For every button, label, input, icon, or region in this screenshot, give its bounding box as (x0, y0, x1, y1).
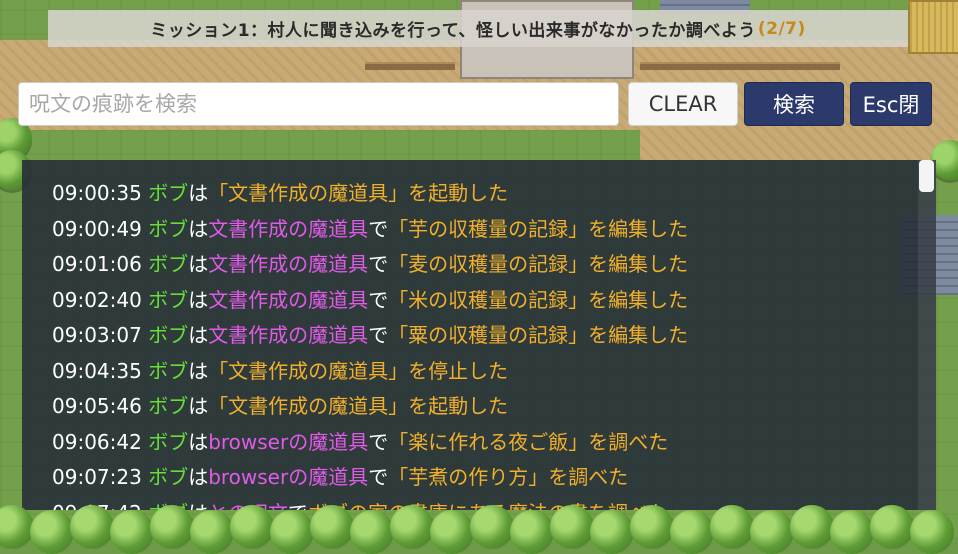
tree (590, 510, 634, 554)
tree (350, 510, 394, 554)
mission-text: ミッション1：村人に聞き込みを行って、怪しい出来事がなかったか調べよう (150, 21, 756, 41)
log-entry: 09:06:42 ボブはbrowserの魔道具で「楽に作れる夜ご飯」を調べた (52, 425, 906, 461)
activity-log-list: 09:00:35 ボブは「文書作成の魔道具」を起動した 09:00:49 ボブは文… (52, 176, 906, 510)
log-entry: 09:00:49 ボブは文書作成の魔道具で「芋の収穫量の記録」を編集した (52, 212, 906, 248)
fence (365, 62, 455, 70)
log-tool: 文書作成の魔道具 (208, 216, 369, 241)
log-tool: 文書作成の魔道具 (208, 323, 369, 347)
clear-button[interactable]: CLEAR (628, 82, 738, 126)
log-entry: 09:00:35 ボブは「文書作成の魔道具」を起動した (52, 176, 906, 212)
log-time: 09:04:35 (52, 358, 142, 383)
log-time: 09:07:23 (52, 465, 142, 489)
fence (640, 62, 840, 70)
log-time: 09:03:07 (52, 323, 142, 347)
tree (470, 505, 514, 549)
log-tool: browserの魔道具 (208, 429, 369, 454)
log-time: 09:00:49 (52, 216, 142, 241)
log-particle: は (188, 465, 209, 489)
log-particle: で (368, 465, 389, 489)
hay-bale (908, 0, 958, 54)
activity-log-panel[interactable]: 09:00:35 ボブは「文書作成の魔道具」を起動した 09:00:49 ボブは文… (22, 160, 936, 510)
log-actor: ボブ (148, 287, 189, 312)
log-tool: 文書作成の魔道具 (208, 252, 369, 276)
log-particle: は (188, 216, 209, 241)
log-time: 09:02:40 (52, 287, 142, 312)
tree (870, 505, 914, 549)
tree (30, 510, 74, 554)
tree (110, 510, 154, 554)
log-particle: で (368, 323, 389, 347)
tree (710, 505, 754, 549)
log-entry: 09:02:40 ボブは文書作成の魔道具で「米の収穫量の記録」を編集した (52, 283, 906, 319)
log-action: 「芋煮の作り方」を調べた (388, 465, 629, 489)
log-particle: は (188, 181, 209, 205)
log-actor: ボブ (148, 252, 189, 276)
tree (790, 505, 834, 549)
log-particle: は (188, 501, 208, 511)
tree (510, 510, 554, 554)
log-tool: browserの魔道具 (208, 465, 369, 489)
search-button[interactable]: 検索 (744, 82, 844, 126)
tree (910, 510, 954, 554)
tree (670, 510, 714, 554)
scrollbar-thumb[interactable] (919, 160, 934, 192)
log-time: 09:00:35 (52, 181, 142, 205)
log-entry: 09:01:06 ボブは文書作成の魔道具で「麦の収穫量の記録」を編集した (52, 247, 906, 283)
log-entry: 09:07:23 ボブはbrowserの魔道具で「芋煮の作り方」を調べた (52, 460, 906, 496)
log-action: 「粟の収穫量の記録」を編集した (388, 323, 689, 347)
log-particle: は (188, 323, 209, 347)
tree (150, 505, 194, 549)
log-actor: ボブ (148, 216, 189, 241)
tree (190, 510, 234, 554)
dirt-path (640, 120, 958, 160)
log-actor: ボブ (148, 465, 189, 489)
log-particle: で (368, 429, 389, 454)
log-actor: ボブ (148, 323, 189, 347)
log-particle: は (188, 252, 209, 276)
tree (430, 510, 474, 554)
log-particle: で (368, 216, 389, 241)
log-action: 「文書作成の魔道具」を起動した (208, 394, 509, 418)
log-entry: 09:03:07 ボブは文書作成の魔道具で「粟の収穫量の記録」を編集した (52, 318, 906, 354)
log-time: 09:05:46 (52, 394, 142, 418)
log-action: 「楽に作れる夜ご飯」を調べた (388, 429, 669, 454)
log-action: 「麦の収穫量の記録」を編集した (388, 252, 689, 276)
log-entry: 09:05:46 ボブは「文書作成の魔道具」を起動した (52, 389, 906, 425)
log-action: 「芋の収穫量の記録」を編集した (388, 216, 689, 241)
log-tool: 文書作成の魔道具 (208, 287, 369, 312)
tree (70, 505, 114, 549)
log-action: 「文書作成の魔道具」を起動した (208, 181, 509, 205)
tree (830, 510, 874, 554)
tree (230, 505, 274, 549)
tree (310, 505, 354, 549)
log-particle: は (188, 394, 209, 418)
log-actor: ボブ (148, 181, 189, 205)
tree (630, 505, 674, 549)
log-particle: は (188, 429, 209, 454)
log-particle: で (368, 287, 389, 312)
log-entry: 09:04:35 ボブは「文書作成の魔道具」を停止した (52, 354, 906, 390)
tree (390, 505, 434, 549)
scrollbar-track[interactable] (918, 160, 936, 510)
log-actor: ボブ (148, 358, 189, 383)
log-actor: ボブ (148, 394, 189, 418)
log-time: 09:06:42 (52, 429, 142, 454)
log-particle: は (188, 358, 209, 383)
close-button[interactable]: Esc閉 (850, 82, 932, 126)
log-particle: は (188, 287, 209, 312)
log-time: 09:01:06 (52, 252, 142, 276)
tree (270, 510, 314, 554)
log-action: 「米の収穫量の記録」を編集した (388, 287, 689, 312)
log-actor: ボブ (148, 429, 189, 454)
mission-progress: (2/7) (757, 18, 806, 39)
log-action: 「文書作成の魔道具」を停止した (208, 358, 509, 383)
tree (550, 505, 594, 549)
mission-banner: ミッション1：村人に聞き込みを行って、怪しい出来事がなかったか調べよう (2/7… (48, 10, 908, 47)
tree (750, 510, 794, 554)
log-particle: で (288, 501, 308, 511)
spell-trace-search-input[interactable] (18, 82, 619, 126)
log-particle: で (368, 252, 389, 276)
